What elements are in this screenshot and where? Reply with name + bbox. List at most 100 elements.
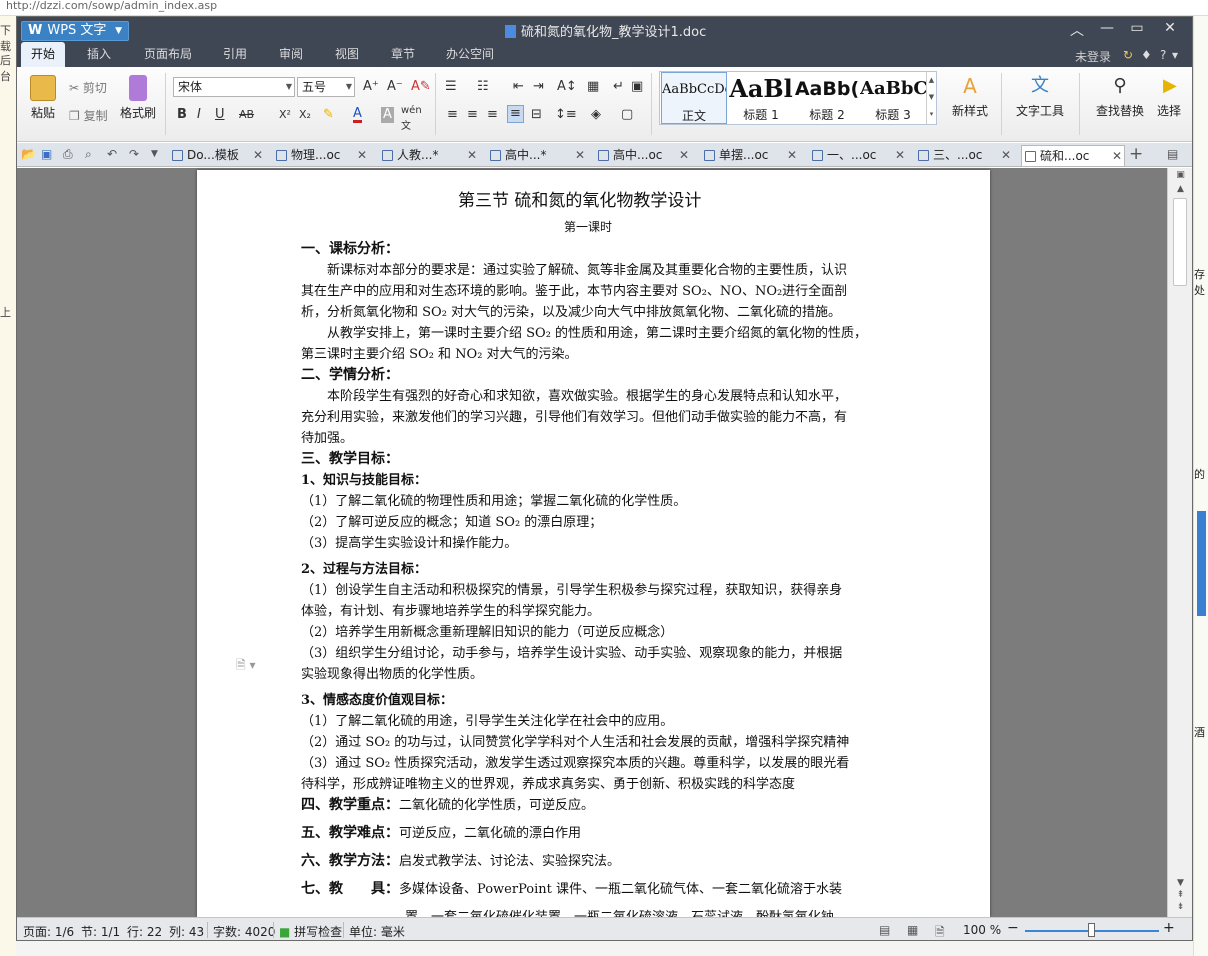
scroll-top-icon[interactable]: ▣ [1168, 170, 1192, 180]
tab-doc[interactable]: 高中...* ✕ [487, 145, 587, 166]
paste-button[interactable]: 粘贴 [23, 75, 63, 121]
table-icon[interactable]: ▦ [587, 79, 599, 95]
skin-icon[interactable]: ♦ [1141, 48, 1152, 62]
next-page-icon[interactable]: ⇟ [1168, 902, 1192, 912]
grow-font-icon[interactable]: A⁺ [363, 79, 379, 95]
show-marks-icon[interactable]: ▣ [631, 79, 643, 95]
sync-icon[interactable]: ↻ [1123, 48, 1133, 62]
save-icon[interactable]: ▣ [41, 147, 52, 161]
collapse-ribbon-button[interactable]: ︿ [1067, 20, 1087, 40]
scroll-up-icon[interactable]: ▲ [1168, 184, 1192, 194]
menu-chapter[interactable]: 章节 [381, 42, 425, 67]
subscript-icon[interactable]: X₂ [299, 107, 311, 123]
phonetic-guide-icon[interactable]: wén 文 [401, 103, 422, 135]
new-tab-icon[interactable]: + [1129, 144, 1143, 164]
style-heading-1[interactable]: AaBl 标题 1 [728, 72, 794, 124]
styles-scroll[interactable]: ▲ ▼ ▾ [926, 72, 936, 124]
bullet-list-icon[interactable]: ☰ [445, 79, 457, 95]
close-tab-icon[interactable]: ✕ [679, 145, 689, 165]
close-tab-icon[interactable]: ✕ [895, 145, 905, 165]
strikethrough-icon[interactable]: AB [239, 107, 254, 123]
app-menu-button[interactable]: W WPS 文字 ▼ [21, 21, 129, 41]
font-name-select[interactable]: 宋体 ▼ [173, 77, 295, 97]
menu-page-layout[interactable]: 页面布局 [135, 42, 201, 67]
bold-icon[interactable]: B [177, 107, 187, 123]
decrease-indent-icon[interactable]: ⇤ [513, 79, 524, 95]
close-tab-icon[interactable]: ✕ [787, 145, 797, 165]
tab-doc[interactable]: 物理...oc ✕ [273, 145, 369, 166]
close-tab-icon[interactable]: ✕ [467, 145, 477, 165]
text-direction-icon[interactable]: A↕ [557, 79, 577, 95]
copy-button[interactable]: ❐ 复制 [69, 107, 108, 124]
close-tab-icon[interactable]: ✕ [357, 145, 367, 165]
menu-office-space[interactable]: 办公空间 [437, 42, 503, 67]
status-word-count[interactable]: 字数: 4020 [213, 923, 275, 940]
tab-doc[interactable]: 人教...* ✕ [379, 145, 479, 166]
spell-check-toggle[interactable]: ■ 拼写检查 [279, 923, 342, 940]
close-tab-icon[interactable]: ✕ [1001, 145, 1011, 165]
align-right-icon[interactable]: ≡ [487, 107, 498, 123]
paragraph-tag-icon[interactable]: 🗎 ▾ [236, 656, 256, 677]
close-tab-icon[interactable]: ✕ [575, 145, 585, 165]
prev-page-icon[interactable]: ⇞ [1168, 890, 1192, 900]
close-tab-icon[interactable]: ✕ [1112, 146, 1122, 166]
text-tools-button[interactable]: 文 文字工具 [1009, 73, 1071, 119]
more-icon[interactable]: ▾ [1172, 48, 1178, 62]
clear-format-icon[interactable]: A✎ [411, 79, 431, 95]
justify-icon[interactable]: ≡ [507, 105, 524, 123]
format-painter-button[interactable]: 格式刷 [117, 75, 159, 121]
superscript-icon[interactable]: X² [279, 107, 291, 123]
close-tab-icon[interactable]: ✕ [253, 145, 263, 165]
help-icon[interactable]: ? [1160, 48, 1166, 62]
status-page[interactable]: 页面: 1/6 [23, 923, 74, 940]
line-spacing-icon[interactable]: ↕≡ [555, 107, 577, 123]
login-status[interactable]: 未登录 [1075, 48, 1111, 65]
style-normal[interactable]: AaBbCcDd 正文 [661, 72, 727, 124]
tab-doc[interactable]: 高中...oc ✕ [595, 145, 691, 166]
outline-view-icon[interactable]: ▦ [907, 923, 918, 937]
shrink-font-icon[interactable]: A⁻ [387, 79, 403, 95]
increase-indent-icon[interactable]: ⇥ [533, 79, 544, 95]
menu-reference[interactable]: 引用 [213, 42, 257, 67]
menu-view[interactable]: 视图 [325, 42, 369, 67]
underline-icon[interactable]: U [215, 107, 225, 123]
highlight-icon[interactable]: ✎ [323, 107, 334, 123]
close-button[interactable]: ✕ [1160, 20, 1180, 36]
maximize-button[interactable]: ▭ [1127, 20, 1147, 36]
style-heading-2[interactable]: AaBb( 标题 2 [794, 72, 860, 124]
char-shading-icon[interactable]: A [381, 107, 394, 123]
style-heading-3[interactable]: AaBbC 标题 3 [860, 72, 926, 124]
document-page[interactable]: 第三节 硫和氮的氧化物教学设计 第一课时 一、课标分析： 新课标对本部分的要求是… [197, 170, 990, 917]
zoom-in-icon[interactable]: + [1163, 920, 1175, 936]
tab-doc[interactable]: 单摆...oc ✕ [701, 145, 799, 166]
vertical-scrollbar[interactable]: ▣ ▲ ▼ ⇞ ⇟ [1167, 168, 1192, 917]
menu-insert[interactable]: 插入 [77, 42, 121, 67]
print-preview-icon[interactable]: ⌕ [85, 147, 92, 162]
tab-doc[interactable]: 一、...oc ✕ [809, 145, 907, 166]
open-icon[interactable]: 📂 [21, 147, 36, 161]
cut-button[interactable]: ✂ 剪切 [69, 79, 107, 96]
align-center-icon[interactable]: ≡ [467, 107, 478, 123]
qa-more-icon[interactable]: ▼ [151, 149, 158, 159]
zoom-slider-handle[interactable] [1088, 923, 1095, 937]
web-view-icon[interactable]: 🗎 [935, 923, 945, 940]
zoom-out-icon[interactable]: − [1007, 920, 1019, 936]
align-left-icon[interactable]: ≡ [447, 107, 458, 123]
minimize-button[interactable]: — [1097, 20, 1117, 36]
redo-icon[interactable]: ↷ [129, 147, 139, 161]
undo-icon[interactable]: ↶ [107, 147, 117, 161]
menu-home[interactable]: 开始 [21, 42, 65, 67]
zoom-level[interactable]: 100 % [963, 923, 1001, 937]
italic-icon[interactable]: I [197, 107, 201, 123]
font-size-select[interactable]: 五号 ▼ [297, 77, 355, 97]
font-color-icon[interactable]: A [353, 107, 362, 123]
select-button[interactable]: ▶ 选择 [1157, 73, 1192, 119]
distribute-icon[interactable]: ⊟ [531, 107, 542, 123]
scroll-thumb[interactable] [1173, 198, 1187, 286]
tab-doc-active[interactable]: 硫和...oc ✕ [1021, 145, 1125, 166]
find-replace-button[interactable]: ⚲ 查找替换 [1089, 73, 1151, 119]
page-view-icon[interactable]: ▤ [879, 923, 890, 937]
tab-doc[interactable]: 三、...oc ✕ [915, 145, 1013, 166]
border-icon[interactable]: ▢ [621, 107, 633, 123]
numbered-list-icon[interactable]: ☷ [477, 79, 489, 95]
